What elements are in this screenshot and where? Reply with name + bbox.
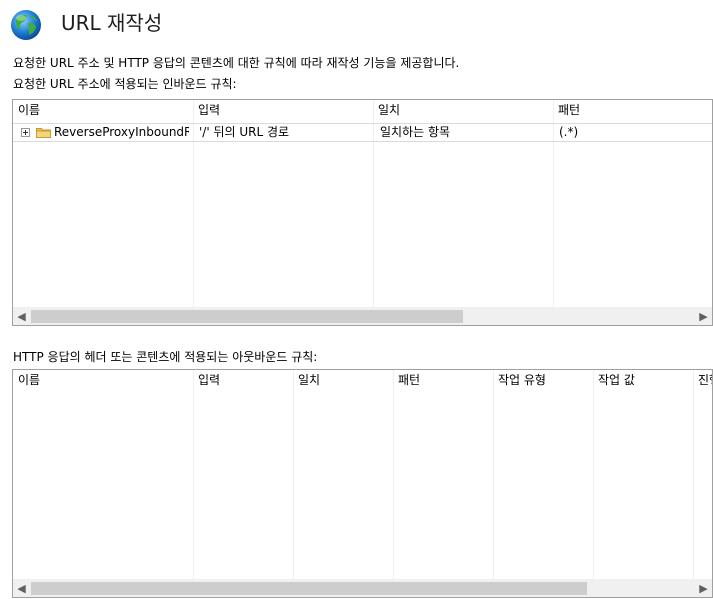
row-border-bottom: [13, 141, 712, 142]
outbound-rules-label: HTTP 응답의 헤더 또는 콘텐츠에 적용되는 아웃바운드 규칙:: [13, 350, 318, 364]
column-header-pattern[interactable]: 패턴: [553, 100, 712, 120]
scrollbar-thumb[interactable]: [31, 582, 587, 595]
expand-icon[interactable]: [21, 128, 30, 137]
column-header-action-type[interactable]: 작업 유형: [493, 370, 593, 390]
folder-icon: [36, 128, 51, 138]
column-divider: [593, 370, 594, 579]
scroll-left-icon[interactable]: ◀: [13, 580, 30, 597]
page-header: URL 재작성: [10, 8, 162, 42]
globe-icon: [11, 10, 41, 40]
column-header-name[interactable]: 이름: [13, 370, 193, 390]
scrollbar-thumb[interactable]: [31, 310, 463, 323]
column-header-progress[interactable]: 진행: [693, 370, 712, 390]
horizontal-scrollbar[interactable]: ◀ ▶: [13, 579, 712, 597]
table-row[interactable]: ReverseProxyInboundR... '/' 뒤의 URL 경로 일치…: [13, 123, 712, 142]
column-divider: [293, 370, 294, 579]
horizontal-scrollbar[interactable]: ◀ ▶: [13, 307, 712, 325]
page-title: URL 재작성: [61, 11, 163, 35]
column-divider: [493, 370, 494, 579]
column-header-match[interactable]: 일치: [373, 100, 553, 120]
column-header-pattern[interactable]: 패턴: [393, 370, 493, 390]
inbound-rules-list[interactable]: 이름 입력 일치 패턴 ReverseProxyInboundR... '/' …: [12, 99, 713, 326]
rule-name: ReverseProxyInboundR...: [54, 125, 189, 139]
rule-input: '/' 뒤의 URL 경로: [199, 125, 290, 139]
column-header-match[interactable]: 일치: [293, 370, 393, 390]
column-divider: [693, 370, 694, 579]
scroll-right-icon[interactable]: ▶: [695, 308, 712, 325]
inbound-rules-label: 요청한 URL 주소에 적용되는 인바운드 규칙:: [13, 77, 237, 91]
column-header-input[interactable]: 입력: [193, 100, 373, 120]
scroll-left-icon[interactable]: ◀: [13, 308, 30, 325]
page-description: 요청한 URL 주소 및 HTTP 응답의 콘텐츠에 대한 규칙에 따라 재작성…: [13, 56, 460, 70]
column-header-action-value[interactable]: 작업 값: [593, 370, 693, 390]
scroll-right-icon[interactable]: ▶: [695, 580, 712, 597]
rule-match: 일치하는 항목: [380, 125, 451, 139]
column-header-input[interactable]: 입력: [193, 370, 293, 390]
column-header-name[interactable]: 이름: [13, 100, 193, 120]
rule-pattern: (.*): [559, 125, 579, 139]
outbound-rules-list[interactable]: 이름 입력 일치 패턴 작업 유형 작업 값 진행 ◀ ▶: [12, 369, 713, 598]
column-divider: [393, 370, 394, 579]
column-divider: [193, 370, 194, 579]
